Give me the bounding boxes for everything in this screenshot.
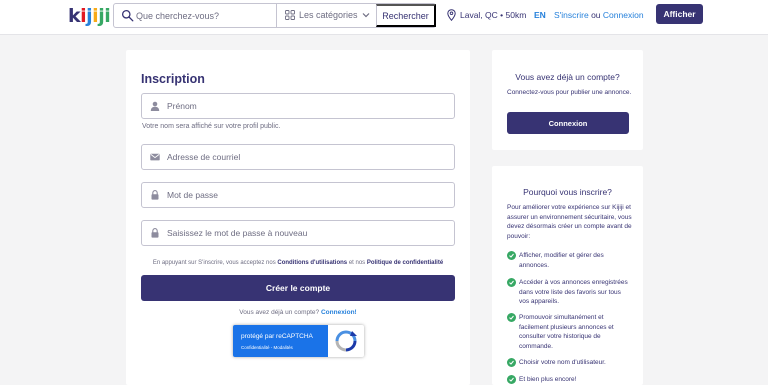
password-input[interactable] (167, 187, 447, 203)
terms-notice: En appuyant sur S'inscrire, vous accepte… (126, 260, 470, 266)
privacy-link[interactable]: Politique de confidentialité (367, 260, 443, 266)
login-button[interactable]: Connexion (507, 112, 629, 134)
lock-icon (151, 228, 159, 238)
benefit-text: Afficher, modifier et gérer des annonces… (519, 252, 604, 269)
check-circle-icon (507, 313, 516, 322)
confirm-password-field[interactable] (141, 220, 455, 246)
language-toggle[interactable]: EN (534, 10, 546, 20)
categories-grid-icon[interactable] (285, 10, 295, 20)
terms-link[interactable]: Conditions d'utilisations (277, 260, 347, 266)
login-link-bottom[interactable]: Connexion! (321, 309, 357, 316)
terms-prefix: En appuyant sur S'inscrire, vous accepte… (152, 260, 276, 266)
search-input[interactable] (136, 7, 286, 24)
auth-links: S'inscrire ou Connexion (554, 10, 644, 20)
benefit-text: Promouvoir simultanément et facilement p… (519, 314, 614, 350)
check-circle-icon (507, 358, 516, 367)
divider (276, 4, 277, 27)
search-button[interactable]: Rechercher (376, 4, 436, 27)
recaptcha-title: protégé par reCAPTCHA (241, 333, 313, 340)
recaptcha-logo-icon (335, 330, 357, 352)
signup-link[interactable]: S'inscrire (554, 10, 589, 20)
recaptcha-badge[interactable]: protégé par reCAPTCHA Confidentialité - … (233, 325, 364, 357)
user-icon (150, 101, 160, 111)
top-header: kijiji Les catégories Rechercher Laval, … (0, 0, 768, 35)
search-bar: Les catégories Rechercher (113, 3, 436, 28)
login-link[interactable]: Connexion (603, 10, 644, 20)
location-pin-icon[interactable] (447, 9, 456, 21)
registration-card: Inscription Votre nom sera affiché sur v… (126, 50, 470, 385)
first-name-input[interactable] (167, 98, 447, 114)
page-title: Inscription (141, 72, 205, 86)
kijiji-logo[interactable]: kijiji (68, 5, 111, 27)
have-account-text: Vous avez déjà un compte? (239, 309, 320, 316)
or-text: ou (591, 10, 601, 20)
chevron-down-icon[interactable] (362, 11, 370, 19)
terms-mid: et nos (348, 260, 366, 266)
location-selector[interactable]: Laval, QC • 50km (460, 10, 526, 20)
name-hint: Votre nom sera affiché sur votre profil … (142, 123, 281, 130)
email-input[interactable] (167, 149, 447, 165)
recaptcha-links[interactable]: Confidentialité - Modalités (241, 345, 293, 350)
benefit-text: Accéder à vos annonces enregistrées dans… (519, 279, 628, 305)
password-field[interactable] (141, 182, 455, 208)
login-prompt-title: Vous avez déjà un compte? (515, 72, 620, 82)
check-circle-icon (507, 251, 516, 260)
login-prompt-card: Vous avez déjà un compte? Connectez-vous… (492, 50, 643, 150)
search-icon (121, 9, 134, 22)
lock-icon (151, 190, 159, 200)
envelope-icon (150, 153, 160, 161)
email-field[interactable] (141, 144, 455, 170)
recaptcha-panel: protégé par reCAPTCHA Confidentialité - … (233, 325, 328, 357)
login-prompt-text: Connectez-vous pour publier une annonce. (507, 89, 632, 96)
check-circle-icon (507, 375, 516, 384)
benefit-text: Et bien plus encore! (519, 376, 577, 383)
benefit-text: Choisir votre nom d'utilisateur. (519, 359, 606, 366)
confirm-password-input[interactable] (167, 225, 447, 241)
first-name-field[interactable] (141, 93, 455, 119)
post-ad-button[interactable]: Afficher (656, 4, 703, 24)
create-account-button[interactable]: Créer le compte (141, 275, 455, 301)
why-signup-card: Pourquoi vous inscrire? Pour améliorer v… (492, 166, 643, 385)
categories-dropdown[interactable]: Les catégories (299, 10, 358, 20)
why-signup-title: Pourquoi vous inscrire? (523, 187, 612, 197)
why-signup-intro: Pour améliorer votre expérience sur Kiji… (507, 204, 632, 240)
have-account-line: Vous avez déjà un compte? Connexion! (126, 309, 470, 316)
check-circle-icon (507, 278, 516, 287)
